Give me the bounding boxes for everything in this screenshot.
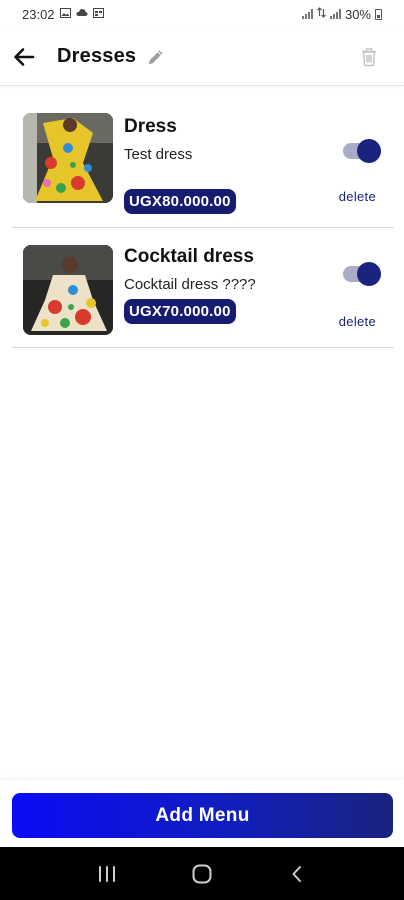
battery-text: 30%	[344, 6, 371, 22]
edit-title-button[interactable]	[146, 47, 166, 67]
recent-apps-button[interactable]	[87, 854, 127, 894]
signal-icon	[301, 9, 313, 19]
delete-item-link[interactable]: delete	[339, 189, 376, 204]
list-item[interactable]: Dress Test dress UGX80.000.00 delete	[12, 100, 394, 228]
page-title: Dresses	[57, 45, 137, 67]
availability-toggle[interactable]	[343, 262, 381, 286]
status-left: 23:02	[22, 7, 104, 22]
delete-category-button[interactable]	[358, 46, 380, 68]
price-badge: UGX80.000.00	[124, 189, 236, 214]
toggle-knob	[357, 139, 381, 163]
data-transfer-icon	[317, 7, 326, 21]
arrow-left-icon	[14, 47, 35, 66]
system-nav-bar	[0, 847, 404, 900]
status-bar: 23:02 30%	[0, 0, 404, 28]
trash-icon	[362, 48, 376, 67]
home-icon	[192, 864, 212, 883]
item-thumbnail	[23, 245, 113, 335]
item-description: Test dress	[124, 146, 193, 163]
calendar-notification-icon	[92, 7, 104, 21]
toggle-knob	[357, 262, 381, 286]
back-button[interactable]	[12, 45, 36, 69]
battery-icon	[375, 8, 382, 20]
cloud-notification-icon	[75, 8, 88, 20]
list-item[interactable]: Cocktail dress Cocktail dress ???? UGX70…	[12, 228, 394, 348]
item-name: Dress	[124, 116, 177, 137]
signal-icon-2	[329, 9, 341, 19]
bottom-action-area: Add Menu	[0, 780, 404, 847]
item-name: Cocktail dress	[124, 246, 254, 267]
menu-item-list: Dress Test dress UGX80.000.00 delete Coc…	[12, 100, 394, 348]
recent-apps-icon	[99, 865, 116, 882]
chevron-left-icon	[292, 865, 301, 882]
add-menu-button[interactable]: Add Menu	[12, 793, 393, 838]
gallery-notification-icon	[59, 7, 71, 21]
pencil-icon	[149, 50, 163, 64]
item-thumbnail	[23, 113, 113, 203]
status-right: 30%	[301, 6, 382, 22]
delete-item-link[interactable]: delete	[339, 314, 376, 329]
status-time: 23:02	[22, 6, 55, 22]
item-description: Cocktail dress ????	[124, 276, 256, 293]
price-badge: UGX70.000.00	[124, 299, 236, 324]
nav-back-button[interactable]	[277, 854, 317, 894]
app-bar: Dresses	[0, 28, 404, 86]
home-button[interactable]	[182, 854, 222, 894]
availability-toggle[interactable]	[343, 139, 381, 163]
